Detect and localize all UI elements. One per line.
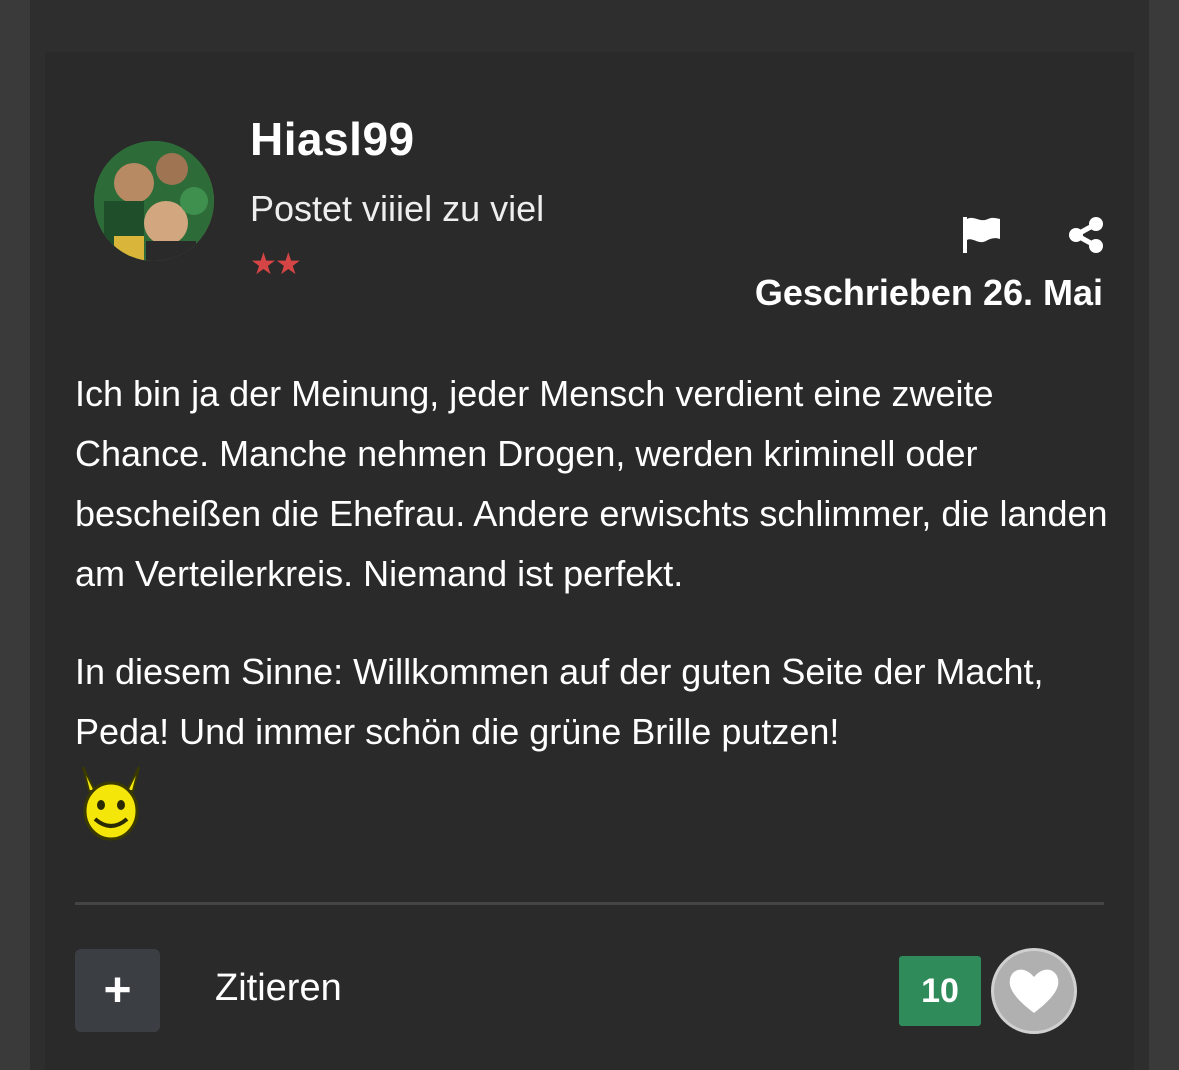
post-date: Geschrieben 26. Mai: [755, 272, 1103, 314]
horned-smiley-icon: [75, 765, 147, 843]
post-paragraph: In diesem Sinne: Willkommen auf der gute…: [75, 651, 1044, 752]
flag-icon[interactable]: [960, 215, 1004, 253]
plus-icon: +: [103, 964, 132, 1017]
forum-post: Hiasl99 Postet viiiel zu viel ★★ Geschri…: [45, 52, 1134, 1070]
post-date-value[interactable]: 26. Mai: [983, 272, 1103, 313]
multiquote-button[interactable]: +: [75, 949, 160, 1032]
post-date-prefix: Geschrieben: [754, 272, 973, 313]
avatar-image: [94, 141, 214, 261]
post-paragraph: Ich bin ja der Meinung, jeder Mensch ver…: [75, 373, 1108, 594]
divider: [75, 902, 1104, 905]
reaction-count-badge[interactable]: 10: [899, 956, 981, 1026]
like-button[interactable]: [991, 948, 1077, 1034]
avatar[interactable]: [94, 141, 214, 261]
rank-stars: ★★: [250, 248, 302, 281]
author-name[interactable]: Hiasl99: [250, 112, 415, 166]
heart-icon: [1009, 969, 1059, 1013]
share-icon[interactable]: [1066, 215, 1106, 255]
author-title: Postet viiiel zu viel: [250, 188, 545, 229]
quote-button[interactable]: Zitieren: [215, 967, 342, 1010]
post-content: Ich bin ja der Meinung, jeder Mensch ver…: [75, 364, 1115, 800]
